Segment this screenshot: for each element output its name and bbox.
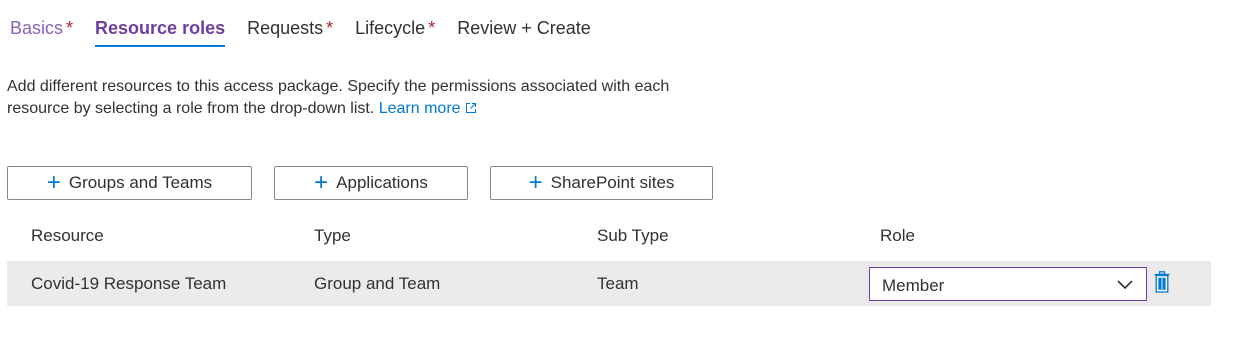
required-asterisk: * bbox=[326, 18, 334, 38]
wizard-tabs: Basics * Resource roles Requests * Lifecyc… bbox=[10, 14, 613, 47]
add-sharepoint-sites-button[interactable]: + SharePoint sites bbox=[490, 166, 713, 200]
tab-label: Basics bbox=[10, 18, 64, 38]
tab-label: Resource roles bbox=[95, 18, 226, 38]
required-asterisk: * bbox=[428, 18, 436, 38]
column-header-type: Type bbox=[314, 226, 351, 245]
trash-icon[interactable] bbox=[1154, 271, 1170, 293]
role-dropdown[interactable]: Member bbox=[869, 267, 1147, 301]
cell-sub-type: Team bbox=[597, 274, 639, 293]
button-label: Groups and Teams bbox=[68, 173, 213, 192]
add-applications-button[interactable]: + Applications bbox=[274, 166, 468, 200]
learn-more-label: Learn more bbox=[378, 100, 461, 117]
tab-label: Lifecycle bbox=[355, 18, 426, 38]
learn-more-link[interactable]: Learn more bbox=[379, 100, 477, 117]
add-groups-and-teams-button[interactable]: + Groups and Teams bbox=[7, 166, 252, 200]
cell-resource: Covid-19 Response Team bbox=[31, 274, 227, 293]
table-header: Resource Type Sub Type Role bbox=[7, 216, 1211, 256]
cell-type: Group and Team bbox=[314, 274, 441, 293]
role-selected-value: Member bbox=[882, 276, 945, 295]
tab-resource-roles[interactable]: Resource roles bbox=[95, 14, 226, 47]
table-row: Covid-19 Response Team Group and Team Te… bbox=[7, 261, 1211, 306]
tab-review-create[interactable]: Review + Create bbox=[457, 14, 591, 47]
external-link-icon bbox=[465, 103, 476, 113]
column-header-role: Role bbox=[880, 226, 915, 245]
plus-icon: + bbox=[314, 169, 329, 196]
plus-icon: + bbox=[528, 169, 543, 196]
button-label: Applications bbox=[336, 173, 428, 192]
plus-icon: + bbox=[46, 169, 61, 196]
description-line-1: Add different resources to this access p… bbox=[7, 78, 670, 95]
tab-basics[interactable]: Basics * bbox=[10, 14, 73, 47]
description-line-2: resource by selecting a role from the dr… bbox=[7, 100, 375, 117]
description-text: Add different resources to this access p… bbox=[7, 76, 807, 120]
access-package-resource-roles-page: Basics * Resource roles Requests * Lifecyc… bbox=[0, 0, 1246, 344]
tab-requests[interactable]: Requests * bbox=[247, 14, 333, 47]
tab-label: Review + Create bbox=[457, 18, 591, 38]
tab-lifecycle[interactable]: Lifecycle * bbox=[355, 14, 435, 47]
column-header-sub-type: Sub Type bbox=[597, 226, 669, 245]
chevron-down-icon bbox=[1117, 280, 1133, 290]
button-label: SharePoint sites bbox=[550, 173, 675, 192]
tab-label: Requests bbox=[247, 18, 324, 38]
column-header-resource: Resource bbox=[31, 226, 104, 245]
required-asterisk: * bbox=[66, 18, 74, 38]
